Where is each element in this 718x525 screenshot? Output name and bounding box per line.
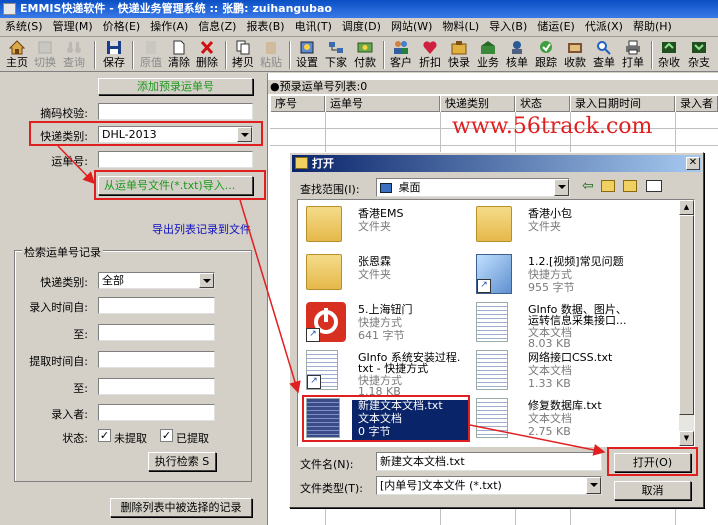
arrow-to-file <box>239 199 301 394</box>
arrow-to-open <box>469 424 606 456</box>
arrow-to-import <box>57 145 96 185</box>
annotation-arrows <box>57 145 606 456</box>
